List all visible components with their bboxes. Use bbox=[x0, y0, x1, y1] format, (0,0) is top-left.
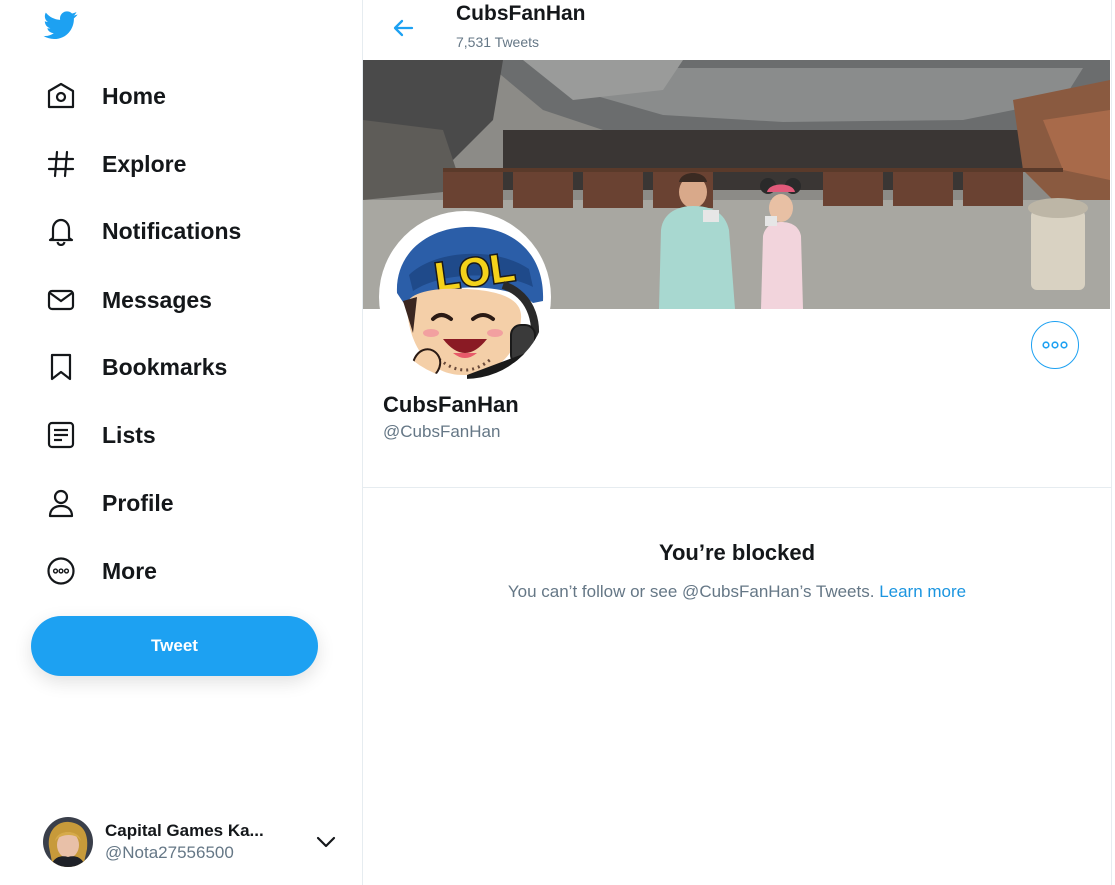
nav-lists-label: Lists bbox=[102, 421, 156, 448]
bell-icon bbox=[46, 216, 76, 246]
account-switcher[interactable]: Capital Games Ka... @Nota27556500 bbox=[32, 808, 352, 876]
nav-messages-label: Messages bbox=[102, 286, 212, 313]
nav-explore-label: Explore bbox=[102, 150, 187, 177]
profile-name: CubsFanHan bbox=[383, 392, 519, 417]
nav-bookmarks-label: Bookmarks bbox=[102, 353, 228, 380]
divider bbox=[363, 487, 1111, 488]
nav-lists[interactable]: Lists bbox=[30, 409, 172, 461]
tweet-button[interactable]: Tweet bbox=[31, 616, 318, 676]
chevron-down-icon bbox=[314, 830, 338, 854]
nav-bookmarks[interactable]: Bookmarks bbox=[30, 341, 243, 393]
person-icon bbox=[46, 488, 76, 518]
account-avatar bbox=[43, 817, 93, 867]
header-title: CubsFanHan bbox=[456, 2, 586, 25]
nav-more-label: More bbox=[102, 557, 157, 584]
nav-profile[interactable]: Profile bbox=[30, 477, 190, 529]
learn-more-link[interactable]: Learn more bbox=[879, 582, 966, 601]
profile-avatar[interactable]: LOL bbox=[379, 211, 551, 383]
list-icon bbox=[46, 420, 76, 450]
profile-column: CubsFanHan 7,531 Tweets LOL CubsFanHan @… bbox=[363, 0, 1112, 885]
bookmark-icon bbox=[46, 352, 76, 382]
sidebar: Home Explore Notifications Messages Book… bbox=[0, 0, 363, 885]
nav-messages[interactable]: Messages bbox=[30, 274, 228, 326]
nav-profile-label: Profile bbox=[102, 489, 174, 516]
nav-notifications-label: Notifications bbox=[102, 217, 242, 244]
more-horizontal-icon bbox=[1042, 341, 1068, 349]
nav-home-label: Home bbox=[102, 82, 166, 109]
twitter-logo-icon[interactable] bbox=[42, 8, 80, 42]
blocked-message-row: You can’t follow or see @CubsFanHan’s Tw… bbox=[363, 582, 1111, 602]
blocked-message: You can’t follow or see @CubsFanHan’s Tw… bbox=[507, 582, 875, 601]
profile-more-button[interactable] bbox=[1031, 321, 1079, 369]
blocked-title: You’re blocked bbox=[658, 540, 816, 565]
more-circle-icon bbox=[46, 556, 76, 586]
profile-handle: @CubsFanHan bbox=[383, 422, 501, 441]
account-handle: @Nota27556500 bbox=[105, 843, 234, 862]
back-button[interactable] bbox=[385, 10, 421, 46]
account-name: Capital Games Ka... bbox=[105, 821, 264, 840]
envelope-icon bbox=[46, 285, 76, 315]
arrow-left-icon bbox=[393, 19, 414, 37]
nav-home[interactable]: Home bbox=[30, 70, 182, 122]
nav-explore[interactable]: Explore bbox=[30, 138, 202, 190]
hashtag-icon bbox=[46, 149, 76, 179]
tweet-count: 7,531 Tweets bbox=[456, 34, 540, 50]
nav-more[interactable]: More bbox=[30, 545, 173, 597]
profile-header: CubsFanHan 7,531 Tweets bbox=[363, 0, 1111, 60]
nav-notifications[interactable]: Notifications bbox=[30, 205, 257, 257]
home-icon bbox=[46, 81, 76, 111]
